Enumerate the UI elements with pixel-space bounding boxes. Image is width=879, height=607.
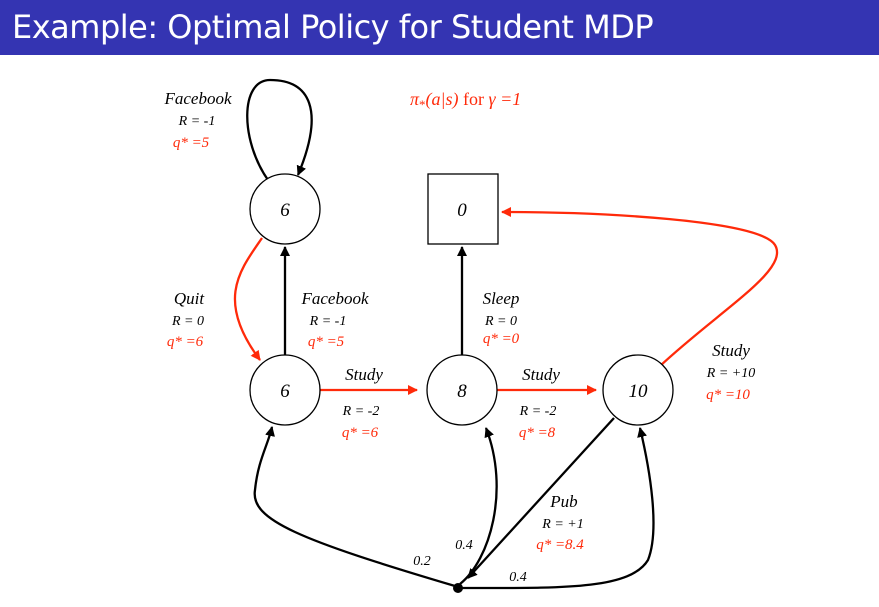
action-reward: R = -2 <box>519 404 557 419</box>
action-q-value: q* =5 <box>173 135 210 151</box>
action-name: Facebook <box>163 89 231 108</box>
action-reward: R = -1 <box>309 314 347 329</box>
student-mdp-diagram: 6 0 6 8 10 π*(a|s) for γ =1 Facebook R =… <box>163 78 779 593</box>
action-reward: R = 0 <box>171 314 204 329</box>
state-value: 6 <box>280 200 290 221</box>
policy-caption: π*(a|s) for γ =1 <box>410 89 521 112</box>
action-name: Quit <box>174 289 206 308</box>
action-name: Study <box>712 341 750 360</box>
transition-probability: 0.4 <box>455 538 473 553</box>
state-value: 8 <box>457 381 467 402</box>
action-q-value: q* =6 <box>342 425 379 441</box>
action-q-value: q* =5 <box>308 334 345 350</box>
pub-chance-node <box>453 583 463 593</box>
edge-facebook-loop <box>246 78 313 181</box>
action-q-value: q* =10 <box>706 387 750 403</box>
transition-probability: 0.4 <box>509 570 527 585</box>
state-value: 10 <box>629 381 649 402</box>
action-reward: R = 0 <box>484 314 517 329</box>
action-reward: R = +10 <box>706 366 755 381</box>
transition-probability: 0.2 <box>413 554 431 569</box>
action-name: Sleep <box>483 289 520 308</box>
action-q-value: q* =8 <box>519 425 556 441</box>
action-q-value: q* =6 <box>167 334 204 350</box>
edge-pub-to-class2 <box>459 427 498 585</box>
action-reward: R = -2 <box>342 404 380 419</box>
action-reward: R = -1 <box>178 114 216 129</box>
action-name: Study <box>345 365 383 384</box>
action-q-value: q* =0 <box>483 331 520 347</box>
edge-quit <box>233 237 263 361</box>
action-reward: R = +1 <box>541 517 583 532</box>
action-q-value: q* =8.4 <box>536 537 584 553</box>
action-name: Facebook <box>300 289 368 308</box>
state-value: 6 <box>280 381 290 402</box>
action-name: Study <box>522 365 560 384</box>
state-value: 0 <box>457 200 467 221</box>
action-name: Pub <box>549 492 577 511</box>
